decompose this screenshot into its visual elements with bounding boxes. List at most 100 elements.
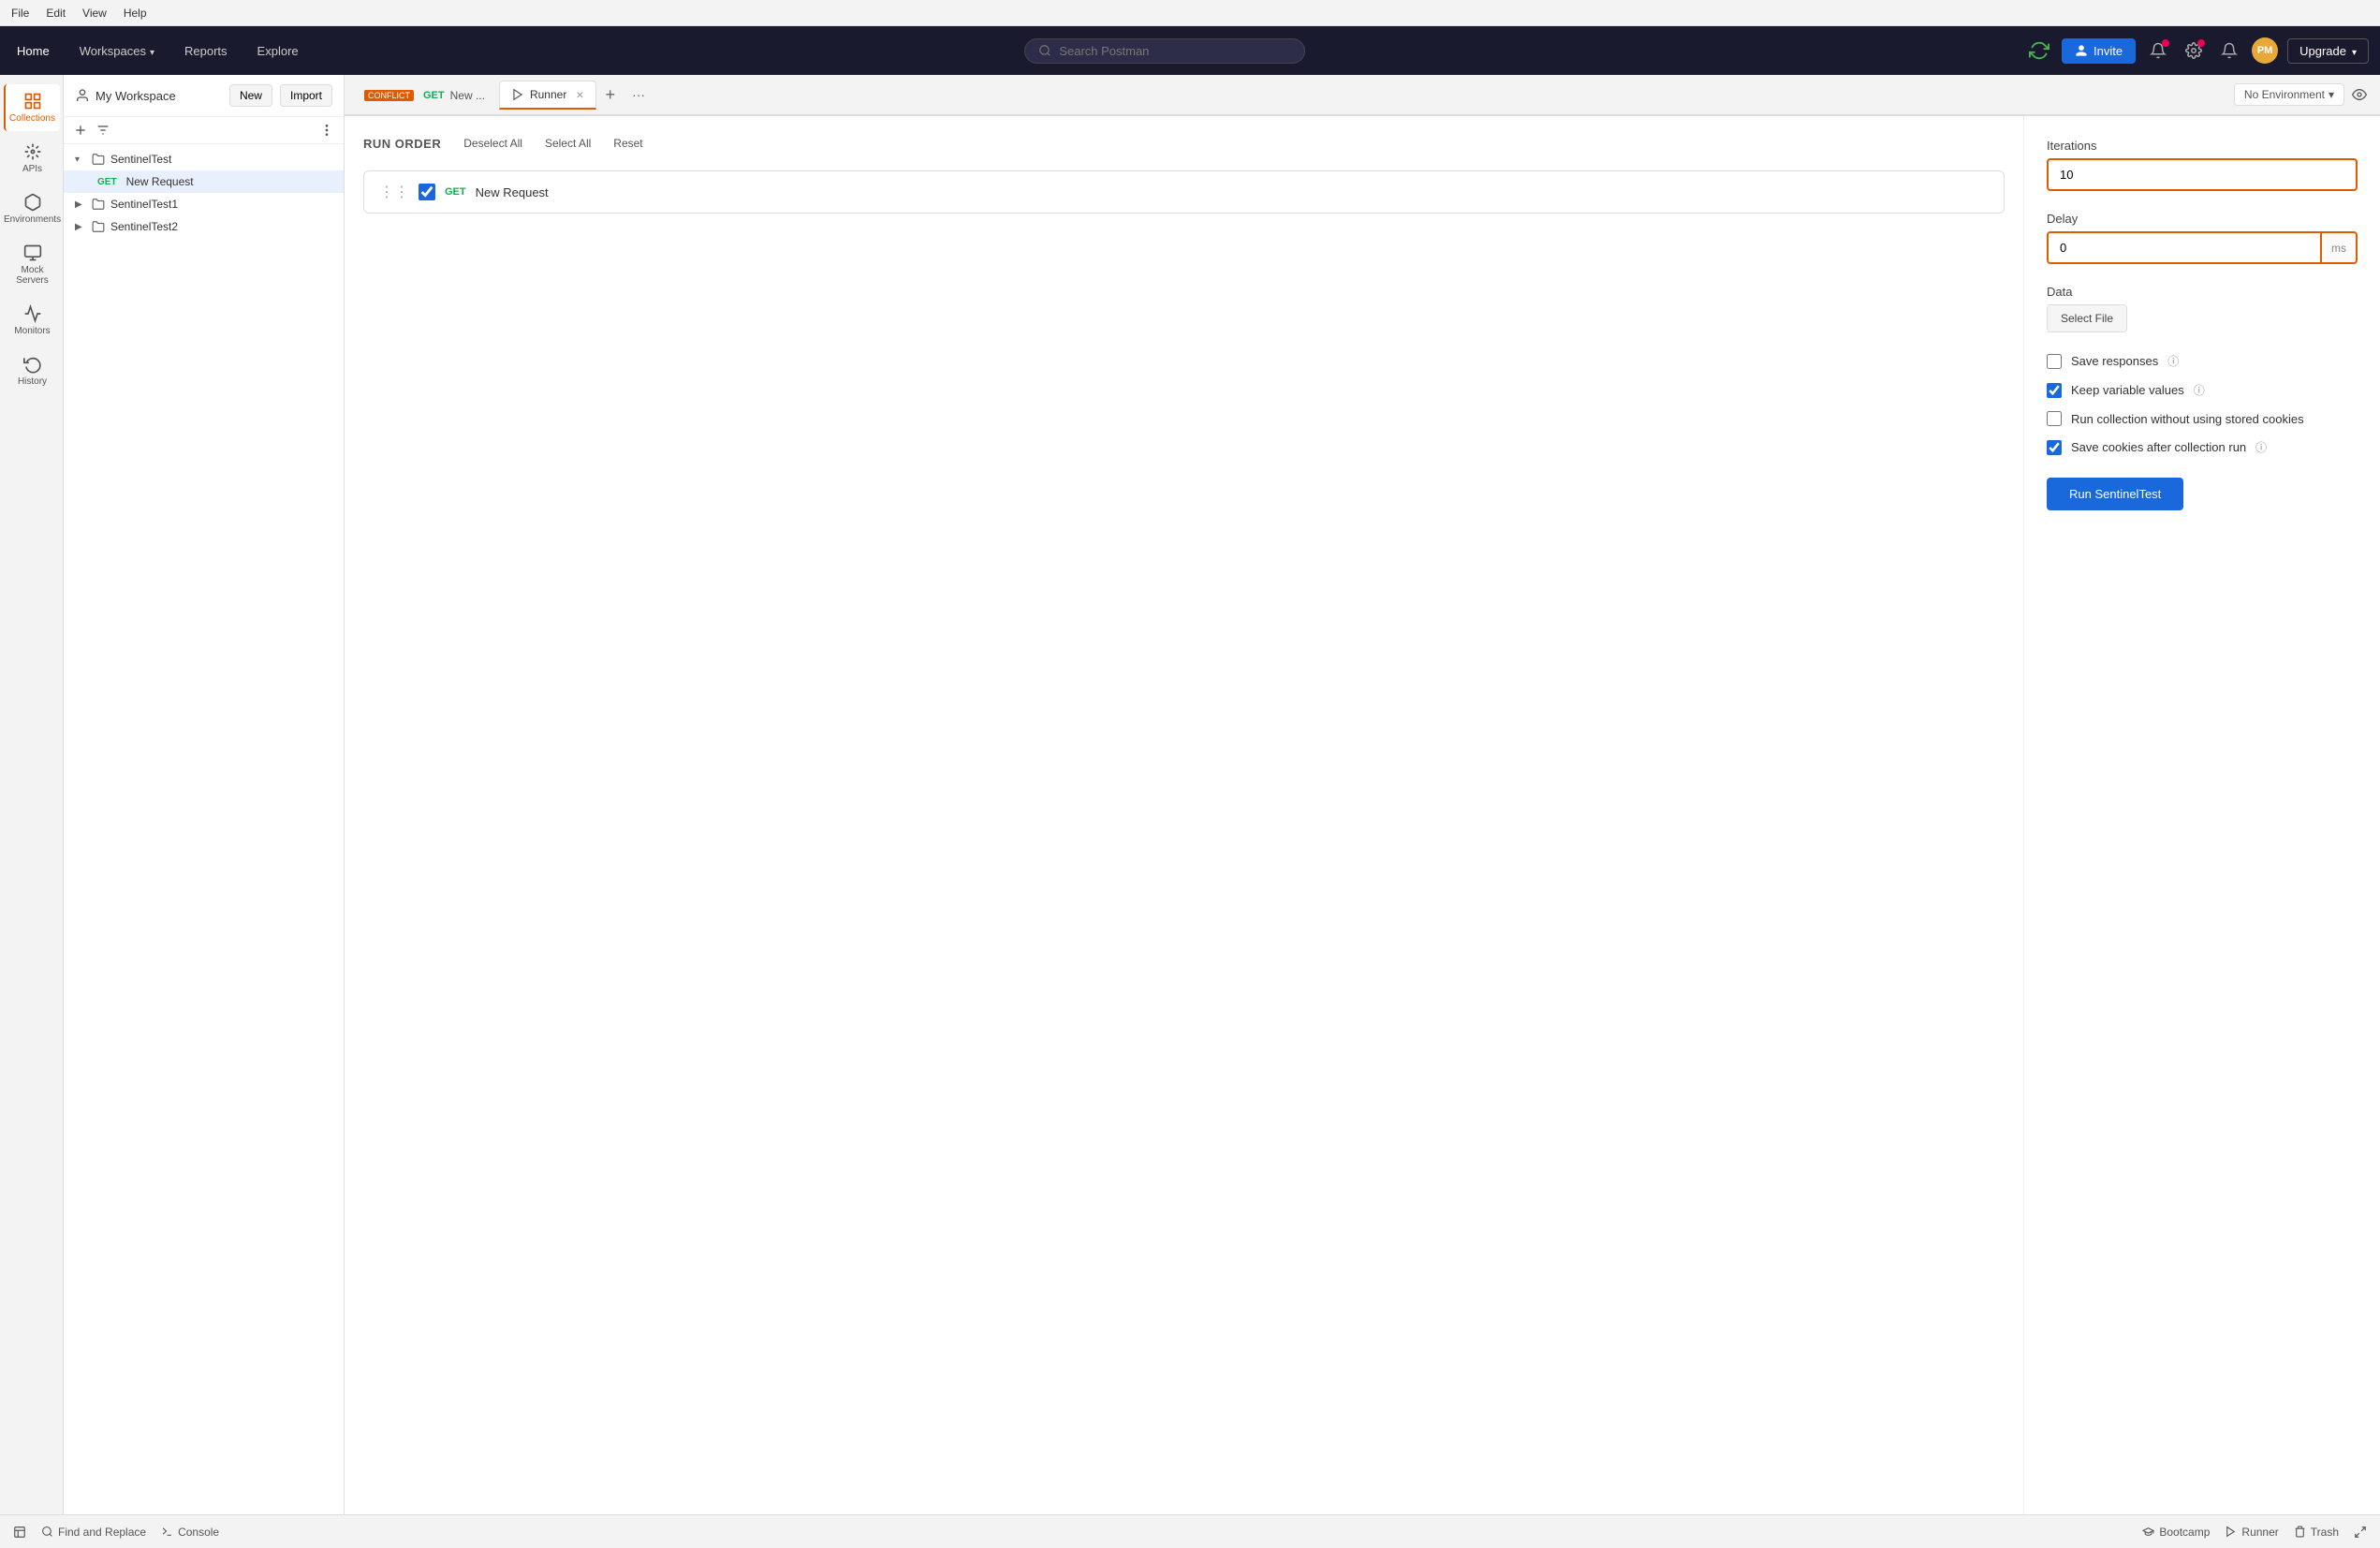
nav-explore[interactable]: Explore [252, 40, 304, 62]
sidebar-icons: Collections APIs Environments Mock Serve… [0, 75, 64, 1514]
runner-bottom-icon [2225, 1526, 2237, 1538]
invite-button[interactable]: Invite [2062, 38, 2136, 64]
menu-help[interactable]: Help [124, 7, 147, 20]
search-icon [1038, 44, 1051, 57]
workspace-name: My Workspace [75, 88, 176, 103]
save-responses-info[interactable]: ⓘ [2167, 353, 2179, 369]
bottom-bar: Find and Replace Console Bootcamp Runner… [0, 1514, 2380, 1548]
drag-handle[interactable]: ⋮⋮ [379, 183, 409, 201]
keep-variable-info[interactable]: ⓘ [2194, 382, 2205, 398]
data-field: Data Select File [2047, 285, 2358, 332]
workspace-header: My Workspace New Import [64, 75, 344, 117]
select-file-button[interactable]: Select File [2047, 304, 2127, 332]
settings-section: Iterations Delay ms [2024, 116, 2380, 1514]
console-btn[interactable]: Console [161, 1526, 219, 1539]
import-button[interactable]: Import [280, 84, 332, 107]
tab-runner[interactable]: Runner × [499, 81, 596, 110]
bottom-right: Bootcamp Runner Trash [2142, 1526, 2367, 1539]
request-new-request[interactable]: GET New Request [64, 170, 344, 193]
keep-variable-values-checkbox[interactable] [2047, 383, 2062, 398]
search-input[interactable] [1059, 44, 1246, 58]
run-order-header: RUN ORDER Deselect All Select All Reset [363, 135, 2005, 152]
bootcamp-btn[interactable]: Bootcamp [2142, 1526, 2210, 1539]
data-label: Data [2047, 285, 2358, 299]
tab-more-button[interactable]: ··· [624, 83, 653, 106]
sidebar-item-mock-servers[interactable]: Mock Servers [4, 236, 60, 293]
delay-input-wrap [2047, 231, 2322, 264]
collection-sentinel-test2[interactable]: ▶ SentinelTest2 [64, 215, 344, 238]
select-all-button[interactable]: Select All [541, 135, 595, 152]
find-replace-btn[interactable]: Find and Replace [41, 1526, 146, 1539]
menu-view[interactable]: View [82, 7, 107, 20]
settings-badge [2197, 39, 2205, 47]
sidebar-item-history[interactable]: History [4, 347, 60, 394]
env-eye-icon[interactable] [2346, 81, 2373, 108]
panel-toolbar [64, 117, 344, 144]
bell2-icon-btn[interactable] [2216, 37, 2242, 64]
content-area: CONFLICT GET New ... Runner × + ··· No E… [345, 75, 2380, 1514]
sidebar-item-apis[interactable]: APIs [4, 135, 60, 182]
sidebar-item-monitors[interactable]: Monitors [4, 297, 60, 344]
invite-icon [2075, 44, 2088, 57]
more-options-icon[interactable] [319, 123, 334, 138]
delay-row: ms [2047, 231, 2358, 264]
runner-panel: RUN ORDER Deselect All Select All Reset … [345, 116, 2380, 1514]
tab-runner-close[interactable]: × [576, 87, 583, 102]
upgrade-button[interactable]: Upgrade [2287, 38, 2369, 64]
run-sentinel-test-button[interactable]: Run SentinelTest [2047, 478, 2183, 510]
tab-conflict-method: GET [423, 90, 445, 101]
trash-icon [2294, 1526, 2306, 1538]
bootcamp-icon [2142, 1526, 2154, 1538]
filter-icon[interactable] [95, 123, 110, 138]
runner-tab-icon [511, 88, 524, 101]
sync-icon-btn[interactable] [2026, 37, 2052, 64]
add-collection-icon[interactable] [73, 123, 88, 138]
mock-servers-icon [23, 243, 42, 262]
run-without-cookies-checkbox[interactable] [2047, 411, 2062, 426]
expand-icon [2354, 1526, 2367, 1539]
iterations-input[interactable] [2047, 158, 2358, 191]
save-cookies-info[interactable]: ⓘ [2255, 439, 2267, 455]
menu-bar: File Edit View Help [0, 0, 2380, 26]
trash-btn[interactable]: Trash [2294, 1526, 2339, 1539]
request-item-0: ⋮⋮ GET New Request [363, 170, 2005, 214]
notifications-icon-btn[interactable] [2145, 37, 2171, 64]
console-icon [161, 1526, 173, 1538]
settings-icon-btn[interactable] [2181, 37, 2207, 64]
avatar[interactable]: PM [2252, 37, 2278, 64]
layout-icon [13, 1526, 26, 1539]
checkbox-keep-variable-values: Keep variable values ⓘ [2047, 382, 2358, 398]
save-cookies-checkbox[interactable] [2047, 440, 2062, 455]
new-button[interactable]: New [229, 84, 272, 107]
nav-reports[interactable]: Reports [179, 40, 233, 62]
tab-conflict[interactable]: CONFLICT GET New ... [352, 82, 497, 108]
environment-selector[interactable]: No Environment ▾ [2234, 83, 2344, 106]
nav-center [323, 38, 2007, 64]
reset-button[interactable]: Reset [610, 135, 646, 152]
nav-workspaces[interactable]: Workspaces [74, 40, 160, 62]
delay-input[interactable] [2047, 231, 2322, 264]
collections-panel: My Workspace New Import ▾ SentinelTest G… [64, 75, 345, 1514]
folder-icon [92, 153, 105, 166]
request-checkbox-0[interactable] [419, 184, 435, 200]
collection-sentinel-test[interactable]: ▾ SentinelTest [64, 148, 344, 170]
runner-bottom-btn[interactable]: Runner [2225, 1526, 2278, 1539]
user-icon [75, 88, 90, 103]
search-bar[interactable] [1024, 38, 1305, 64]
sidebar-item-collections[interactable]: Collections [4, 84, 60, 131]
deselect-all-button[interactable]: Deselect All [460, 135, 526, 152]
tab-add-button[interactable]: + [598, 81, 624, 109]
expand-icon-btn[interactable] [2354, 1526, 2367, 1539]
monitors-icon [23, 304, 42, 323]
iterations-input-wrap [2047, 158, 2358, 191]
menu-edit[interactable]: Edit [46, 7, 66, 20]
notification-badge [2162, 39, 2169, 47]
upgrade-chevron [2352, 44, 2357, 58]
nav-home[interactable]: Home [11, 40, 55, 62]
sidebar-item-environments[interactable]: Environments [4, 185, 60, 232]
env-chevron: ▾ [2329, 88, 2334, 101]
collection-sentinel-test1[interactable]: ▶ SentinelTest1 [64, 193, 344, 215]
menu-file[interactable]: File [11, 7, 29, 20]
layout-icon-btn[interactable] [13, 1526, 26, 1539]
save-responses-checkbox[interactable] [2047, 354, 2062, 369]
